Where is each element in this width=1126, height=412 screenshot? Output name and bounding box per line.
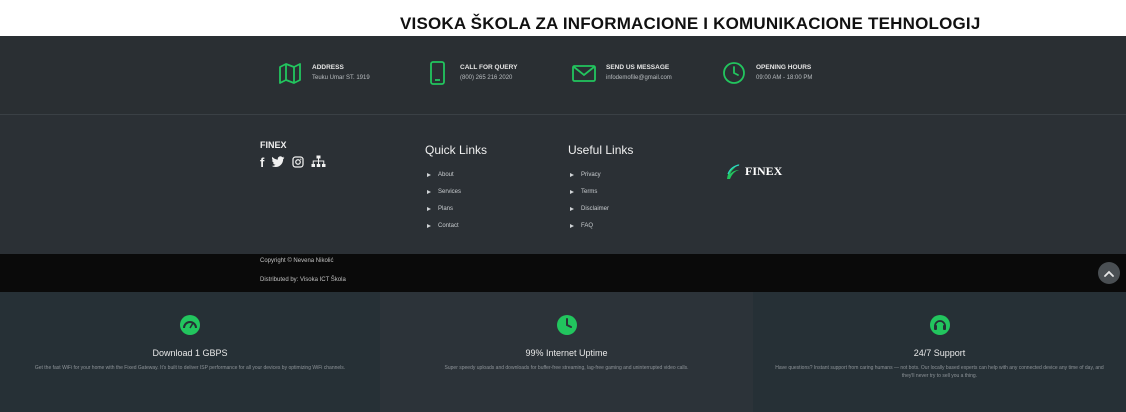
quick-links: Quick Links About Services Plans Contact xyxy=(425,143,487,234)
contact-title: SEND US MESSAGE xyxy=(606,64,670,71)
link-label: Contact xyxy=(438,222,459,229)
contact-item-phone: CALL FOR QUERY (800) 265 216 2020 xyxy=(425,60,517,86)
logo-text: FINEX xyxy=(745,163,783,178)
link-label: FAQ xyxy=(581,222,594,229)
link-label: About xyxy=(438,171,454,178)
footer-link-plans[interactable]: Plans xyxy=(425,200,487,217)
caret-right-icon xyxy=(570,189,574,194)
document-title: VISOKA ŠKOLA ZA INFORMACIONE I KOMUNIKAC… xyxy=(400,14,981,33)
page: VISOKA ŠKOLA ZA INFORMACIONE I KOMUNIKAC… xyxy=(0,0,1126,412)
caret-right-icon xyxy=(427,172,431,177)
link-label: Services xyxy=(438,188,462,195)
sitemap-icon[interactable] xyxy=(311,155,326,171)
link-label: Plans xyxy=(438,205,454,212)
brand-column: FINEX f xyxy=(260,140,326,171)
contact-title: CALL FOR QUERY xyxy=(460,64,518,71)
contact-title: OPENING HOURS xyxy=(756,64,812,71)
link-label: Disclaimer xyxy=(581,205,610,212)
contact-value: 09:00 AM - 18:00 PM xyxy=(756,75,813,81)
feature-description: Have questions? Instant support from car… xyxy=(775,365,1104,379)
instagram-icon[interactable] xyxy=(292,155,304,171)
footer-link-disclaimer[interactable]: Disclaimer xyxy=(568,200,633,217)
feature-support: 24/7 Support Have questions? Instant sup… xyxy=(753,292,1126,412)
feature-title: Download 1 GBPS xyxy=(152,348,228,358)
finex-logo[interactable]: FINEX xyxy=(725,162,782,180)
feature-title: 24/7 Support xyxy=(913,348,966,358)
copyright-bar: Copyright © Nevena Nikolić Distributed b… xyxy=(0,254,1126,292)
feature-description: Super speedy uploads and downloads for b… xyxy=(444,365,689,371)
headset-icon xyxy=(929,315,950,335)
clock-icon xyxy=(723,62,745,84)
features-strip: Download 1 GBPS Get the fast WiFi for yo… xyxy=(0,292,1126,412)
clock-icon xyxy=(556,315,577,335)
link-label: Terms xyxy=(581,188,598,195)
caret-right-icon xyxy=(427,206,431,211)
contact-title: ADDRESS xyxy=(312,64,344,71)
facebook-icon[interactable]: f xyxy=(260,156,264,170)
speedometer-icon xyxy=(180,315,200,335)
caret-right-icon xyxy=(427,223,431,228)
chevron-up-icon xyxy=(1104,270,1114,277)
envelope-icon xyxy=(572,65,596,82)
useful-links-heading: Useful Links xyxy=(568,143,634,157)
footer-link-contact[interactable]: Contact xyxy=(425,217,487,234)
caret-right-icon xyxy=(570,206,574,211)
contact-item-hours: OPENING HOURS 09:00 AM - 18:00 PM xyxy=(721,60,812,86)
phone-icon xyxy=(430,61,445,85)
logo-swoosh-icon xyxy=(727,164,740,179)
copyright-text: Copyright © Nevena Nikolić xyxy=(260,258,334,264)
caret-right-icon xyxy=(570,223,574,228)
contact-value: infodemofile@gmail.com xyxy=(606,75,672,81)
divider xyxy=(0,114,1126,115)
brand-name: FINEX xyxy=(260,140,287,150)
quick-links-heading: Quick Links xyxy=(425,143,488,157)
scroll-to-top-button[interactable] xyxy=(1098,262,1120,284)
twitter-icon[interactable] xyxy=(271,155,285,171)
caret-right-icon xyxy=(427,189,431,194)
link-label: Privacy xyxy=(581,171,601,178)
caret-right-icon xyxy=(570,172,574,177)
feature-title: 99% Internet Uptime xyxy=(525,348,608,358)
map-icon xyxy=(279,63,301,84)
footer-link-services[interactable]: Services xyxy=(425,183,487,200)
contact-item-address: ADDRESS Teuku Umar ST. 1919 xyxy=(277,60,370,86)
feature-uptime: 99% Internet Uptime Super speedy uploads… xyxy=(380,292,753,412)
footer-link-faq[interactable]: FAQ xyxy=(568,217,633,234)
document-header: VISOKA ŠKOLA ZA INFORMACIONE I KOMUNIKAC… xyxy=(0,0,1126,36)
contact-value: Teuku Umar ST. 1919 xyxy=(312,75,370,81)
main-footer xyxy=(0,114,1126,254)
footer-link-privacy[interactable]: Privacy xyxy=(568,166,633,183)
contact-item-email: SEND US MESSAGE infodemofile@gmail.com xyxy=(571,60,672,86)
feature-description: Get the fast WiFi for your home with the… xyxy=(34,365,346,371)
social-links: f xyxy=(260,155,326,171)
useful-links: Useful Links Privacy Terms Disclaimer FA… xyxy=(568,143,633,234)
feature-download: Download 1 GBPS Get the fast WiFi for yo… xyxy=(0,292,380,412)
footer-link-about[interactable]: About xyxy=(425,166,487,183)
contact-value: (800) 265 216 2020 xyxy=(460,75,513,81)
distributed-by-text: Distributed by: Visoka ICT Škola xyxy=(260,277,346,283)
footer-link-terms[interactable]: Terms xyxy=(568,183,633,200)
contact-bar: ADDRESS Teuku Umar ST. 1919 CALL FOR QUE… xyxy=(0,36,1126,114)
